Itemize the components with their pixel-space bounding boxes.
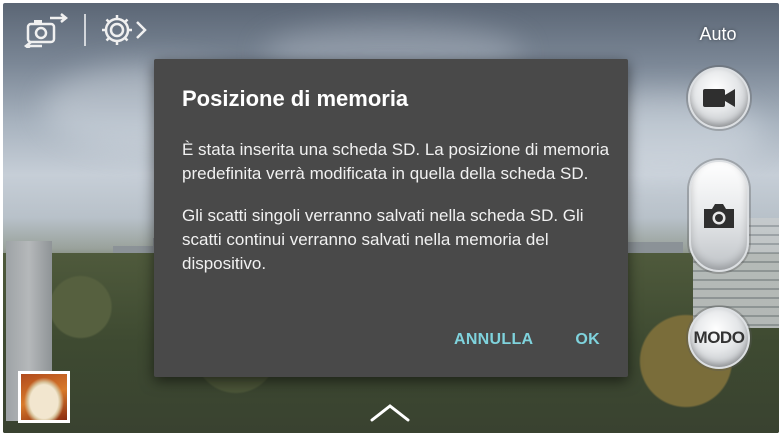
dialog-title: Posizione di memoria bbox=[182, 86, 409, 111]
settings-button[interactable] bbox=[98, 10, 154, 50]
dialog-paragraph: Gli scatti singoli verranno salvati nell… bbox=[182, 206, 584, 273]
shutter-button[interactable] bbox=[689, 160, 749, 272]
flash-mode-label[interactable]: Auto bbox=[688, 24, 748, 45]
dialog-message: È stata inserita una scheda SD. La posiz… bbox=[182, 138, 612, 294]
ok-button[interactable]: OK bbox=[575, 331, 600, 349]
camera-icon bbox=[704, 204, 734, 228]
mode-button-label: MODO bbox=[693, 328, 745, 347]
record-video-button[interactable] bbox=[688, 67, 750, 129]
switch-camera-icon bbox=[23, 13, 69, 48]
dialog-paragraph: È stata inserita una scheda SD. La posiz… bbox=[182, 140, 610, 183]
storage-location-dialog: Posizione di memoria È stata inserita un… bbox=[154, 59, 628, 377]
switch-camera-button[interactable] bbox=[18, 10, 74, 50]
expand-panel-button[interactable] bbox=[366, 400, 414, 424]
gallery-thumbnail[interactable] bbox=[18, 371, 70, 423]
video-camera-icon bbox=[703, 89, 735, 107]
mode-button[interactable]: MODO bbox=[688, 307, 750, 369]
toolbar-divider bbox=[84, 14, 86, 46]
settings-gear-icon bbox=[102, 15, 147, 45]
dialog-actions: ANNULLA OK bbox=[454, 331, 600, 349]
chevron-up-icon bbox=[370, 404, 410, 422]
cancel-button[interactable]: ANNULLA bbox=[454, 331, 533, 349]
